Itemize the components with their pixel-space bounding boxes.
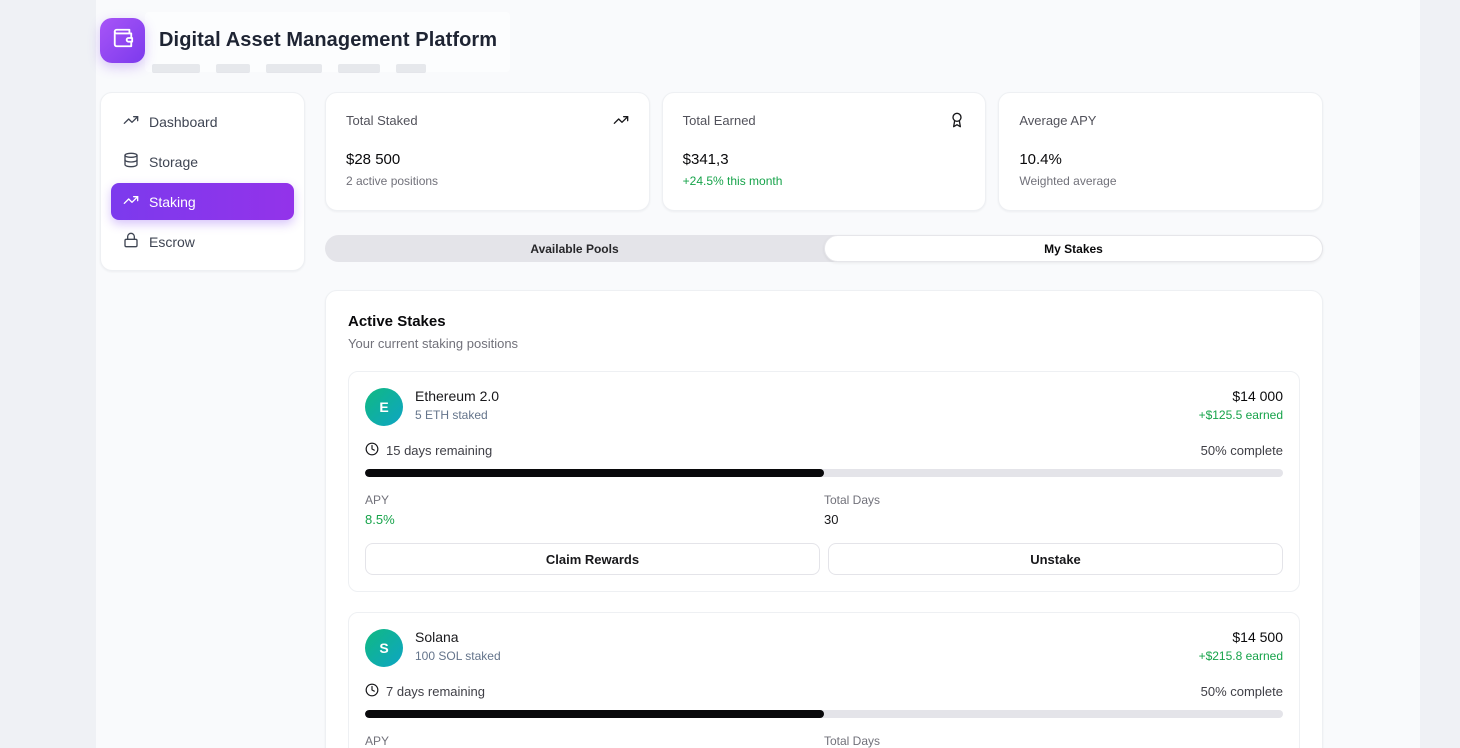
apy-label: APY [365, 734, 824, 748]
app-logo [100, 18, 145, 63]
stat-value: $341,3 [683, 151, 966, 168]
clock-icon [365, 683, 379, 700]
stake-earned: +$215.8 earned [1199, 649, 1283, 663]
claim-rewards-button[interactable]: Claim Rewards [365, 543, 820, 575]
stake-earned: +$125.5 earned [1199, 408, 1283, 422]
unstake-button[interactable]: Unstake [828, 543, 1283, 575]
tab-available-pools[interactable]: Available Pools [325, 235, 824, 262]
sidebar-item-storage[interactable]: Storage [111, 143, 294, 180]
wallet-icon [112, 27, 134, 54]
stat-subtext: 2 active positions [346, 174, 629, 188]
apy-label: APY [365, 493, 824, 507]
stat-label: Total Earned [683, 113, 756, 128]
stake-name: Solana [415, 629, 501, 645]
sidebar-item-staking[interactable]: Staking [111, 183, 294, 220]
tab-my-stakes[interactable]: My Stakes [824, 235, 1323, 262]
stake-name: Ethereum 2.0 [415, 388, 499, 404]
stat-card-total-earned: Total Earned $341,3 +24.5% this month [662, 92, 987, 211]
lock-icon [123, 232, 139, 251]
total-days-block: Total Days 14 [824, 734, 1283, 748]
days-remaining: 15 days remaining [386, 443, 492, 458]
sidebar-item-label: Escrow [149, 234, 195, 250]
progress-bar-fill [365, 469, 824, 477]
progress-bar-fill [365, 710, 824, 718]
trending-up-icon [613, 112, 629, 128]
percent-complete: 50% complete [1201, 684, 1283, 699]
clock-icon [365, 442, 379, 459]
award-icon [949, 112, 965, 128]
active-stakes-title: Active Stakes [348, 313, 1300, 330]
stat-label: Total Staked [346, 113, 418, 128]
stat-card-average-apy: Average APY 10.4% Weighted average [998, 92, 1323, 211]
avatar: E [365, 388, 403, 426]
stat-subtext: Weighted average [1019, 174, 1302, 188]
stat-label: Average APY [1019, 113, 1096, 128]
apy-value: 8.5% [365, 512, 824, 527]
apy-block: APY 8.5% [365, 493, 824, 527]
days-remaining: 7 days remaining [386, 684, 485, 699]
stat-subtext: +24.5% this month [683, 174, 966, 188]
database-icon [123, 152, 139, 171]
sidebar-item-label: Dashboard [149, 114, 218, 130]
stat-value: 10.4% [1019, 151, 1302, 168]
total-days-label: Total Days [824, 734, 1283, 748]
stats-row: Total Staked $28 500 2 active positions … [325, 92, 1323, 211]
app-root: Digital Asset Management Platform Dashbo… [0, 0, 1460, 748]
page-title: Digital Asset Management Platform [159, 29, 497, 52]
progress-bar [365, 710, 1283, 718]
progress-bar [365, 469, 1283, 477]
sidebar-item-escrow[interactable]: Escrow [111, 223, 294, 260]
header-ghost-chips [152, 64, 426, 73]
active-stakes-card: Active Stakes Your current staking posit… [325, 290, 1323, 748]
stat-value: $28 500 [346, 151, 629, 168]
sidebar: Dashboard Storage Staking Escrow [100, 92, 305, 271]
app-header: Digital Asset Management Platform [0, 0, 1460, 92]
total-days-value: 30 [824, 512, 1283, 527]
trending-up-icon [123, 192, 139, 211]
stake-value: $14 000 [1199, 388, 1283, 404]
trending-up-icon [123, 112, 139, 131]
stake-amount: 100 SOL staked [415, 649, 501, 663]
sidebar-item-label: Staking [149, 194, 196, 210]
stat-card-total-staked: Total Staked $28 500 2 active positions [325, 92, 650, 211]
active-stakes-subtitle: Your current staking positions [348, 336, 1300, 351]
stake-amount: 5 ETH staked [415, 408, 499, 422]
apy-block: APY 12.3% [365, 734, 824, 748]
total-days-label: Total Days [824, 493, 1283, 507]
sidebar-item-dashboard[interactable]: Dashboard [111, 103, 294, 140]
main-layout: Dashboard Storage Staking Escrow [0, 92, 1460, 748]
stakes-tab-bar: Available Pools My Stakes [325, 235, 1323, 262]
stake-item-ethereum: E Ethereum 2.0 5 ETH staked $14 000 +$12… [348, 371, 1300, 592]
stake-item-solana: S Solana 100 SOL staked $14 500 +$215.8 … [348, 612, 1300, 748]
stake-value: $14 500 [1199, 629, 1283, 645]
sidebar-item-label: Storage [149, 154, 198, 170]
avatar: S [365, 629, 403, 667]
total-days-block: Total Days 30 [824, 493, 1283, 527]
percent-complete: 50% complete [1201, 443, 1283, 458]
main-content: Total Staked $28 500 2 active positions … [325, 92, 1323, 748]
